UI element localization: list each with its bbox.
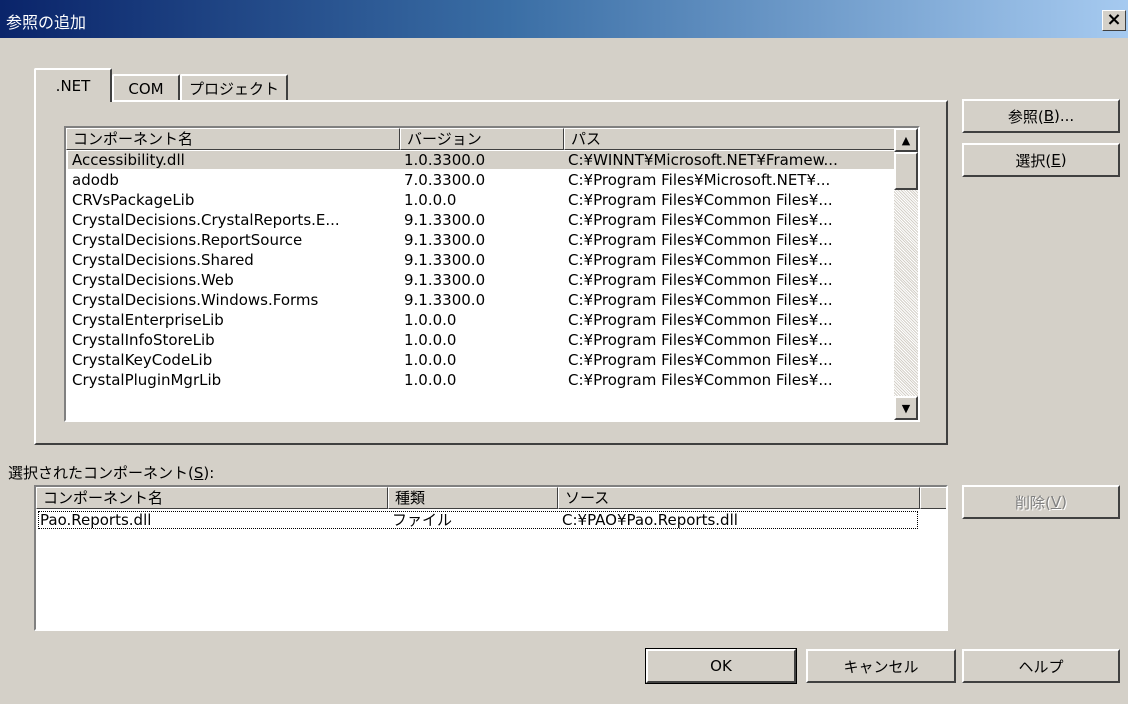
component-version: 7.0.3300.0: [404, 171, 486, 189]
component-path: C:¥Program Files¥Common Files¥...: [568, 231, 833, 249]
selected-components-list[interactable]: コンポーネント名 種類 ソース Pao.Reports.dll ファイル C:¥…: [34, 485, 948, 631]
component-name: CrystalDecisions.ReportSource: [72, 231, 303, 249]
remove-label: 削除(: [1015, 493, 1051, 512]
column-header-path[interactable]: パス: [564, 128, 896, 150]
remove-button[interactable]: 削除(V): [962, 485, 1120, 519]
component-list-scrollbar[interactable]: ▲ ▼: [894, 128, 918, 420]
scroll-up-button[interactable]: ▲: [894, 128, 918, 152]
selected-column-header-source[interactable]: ソース: [558, 487, 920, 509]
component-name: CrystalDecisions.Windows.Forms: [72, 291, 319, 309]
component-path: C:¥Program Files¥Common Files¥...: [568, 371, 833, 389]
component-path: C:¥Program Files¥Common Files¥...: [568, 331, 833, 349]
browse-label: 参照(: [1007, 107, 1044, 126]
tab-panel: コンポーネント名 バージョン パス Accessibility.dll 1.0.3…: [34, 100, 948, 445]
title-bar[interactable]: 参照の追加 ×: [0, 0, 1128, 38]
component-name: CrystalInfoStoreLib: [72, 331, 215, 349]
component-row[interactable]: CrystalInfoStoreLib 1.0.0.0 C:¥Program Fil…: [68, 331, 894, 349]
column-header-version[interactable]: バージョン: [400, 128, 564, 150]
scroll-thumb[interactable]: [894, 152, 918, 190]
select-accesskey: E: [1051, 151, 1061, 169]
component-version: 9.1.3300.0: [404, 251, 486, 269]
selected-label-text: 選択されたコンポーネント(: [8, 464, 194, 482]
component-version: 1.0.0.0: [404, 311, 457, 329]
component-path: C:¥Program Files¥Microsoft.NET¥...: [568, 171, 831, 189]
arrow-up-icon: ▲: [901, 133, 911, 147]
component-path: C:¥Program Files¥Common Files¥...: [568, 271, 833, 289]
selected-source: C:¥PAO¥Pao.Reports.dll: [562, 511, 738, 529]
browse-suffix: )...: [1054, 107, 1075, 125]
close-button[interactable]: ×: [1102, 10, 1126, 31]
component-name: CrystalEnterpriseLib: [72, 311, 224, 329]
component-row[interactable]: CrystalDecisions.ReportSource 9.1.3300.0 C…: [68, 231, 894, 249]
selected-label-accesskey: S: [193, 464, 204, 482]
selected-row[interactable]: Pao.Reports.dll ファイル C:¥PAO¥Pao.Reports.…: [38, 511, 918, 529]
component-path: C:¥Program Files¥Common Files¥...: [568, 251, 833, 269]
selected-column-header-name[interactable]: コンポーネント名: [36, 487, 388, 509]
component-row[interactable]: Accessibility.dll 1.0.3300.0 C:¥WINNT¥Micr…: [68, 151, 894, 169]
tab-project[interactable]: プロジェクト: [180, 74, 288, 101]
component-version: 1.0.0.0: [404, 371, 457, 389]
component-name: CrystalKeyCodeLib: [72, 351, 213, 369]
help-button[interactable]: ヘルプ: [962, 649, 1120, 683]
cancel-button[interactable]: キャンセル: [806, 649, 956, 683]
selected-column-header-filler: [920, 487, 946, 509]
component-name: CrystalDecisions.Web: [72, 271, 234, 289]
component-row[interactable]: CRVsPackageLib 1.0.0.0 C:¥Program Files¥Co…: [68, 191, 894, 209]
component-name: CrystalDecisions.CrystalReports.E...: [72, 211, 340, 229]
selected-components-label: 選択されたコンポーネント(S):: [8, 462, 214, 483]
scroll-down-button[interactable]: ▼: [894, 396, 918, 420]
tab-dotnet-label: .NET: [55, 77, 91, 95]
component-version: 1.0.3300.0: [404, 151, 486, 169]
tab-project-label: プロジェクト: [188, 80, 279, 98]
component-path: C:¥Program Files¥Common Files¥...: [568, 311, 833, 329]
component-path: C:¥Program Files¥Common Files¥...: [568, 211, 833, 229]
component-row[interactable]: CrystalDecisions.Windows.Forms 9.1.3300.0…: [68, 291, 894, 309]
tab-com[interactable]: COM: [112, 74, 180, 101]
arrow-down-icon: ▼: [901, 401, 911, 415]
component-row[interactable]: CrystalDecisions.CrystalReports.E... 9.1.…: [68, 211, 894, 229]
selected-label-suffix: ):: [203, 464, 215, 482]
component-version: 1.0.0.0: [404, 191, 457, 209]
browse-accesskey: B: [1043, 107, 1054, 125]
component-version: 9.1.3300.0: [404, 291, 486, 309]
component-name: CrystalPluginMgrLib: [72, 371, 222, 389]
component-version: 9.1.3300.0: [404, 231, 486, 249]
component-row[interactable]: CrystalDecisions.Web 9.1.3300.0 C:¥Program…: [68, 271, 894, 289]
remove-accesskey: V: [1050, 493, 1062, 511]
tab-dotnet[interactable]: .NET: [34, 68, 112, 102]
component-row[interactable]: adodb 7.0.3300.0 C:¥Program Files¥Microsof…: [68, 171, 894, 189]
component-version: 1.0.0.0: [404, 351, 457, 369]
window-title: 参照の追加: [6, 13, 87, 32]
component-row[interactable]: CrystalDecisions.Shared 9.1.3300.0 C:¥Prog…: [68, 251, 894, 269]
close-icon: ×: [1106, 9, 1122, 30]
tab-com-label: COM: [128, 79, 164, 98]
component-version: 9.1.3300.0: [404, 211, 486, 229]
browse-button[interactable]: 参照(B)...: [962, 99, 1120, 133]
component-list[interactable]: コンポーネント名 バージョン パス Accessibility.dll 1.0.3…: [64, 126, 920, 422]
column-header-name[interactable]: コンポーネント名: [66, 128, 400, 150]
remove-suffix: ): [1061, 493, 1067, 511]
select-button[interactable]: 選択(E): [962, 143, 1120, 177]
component-name: CrystalDecisions.Shared: [72, 251, 254, 269]
ok-button[interactable]: OK: [645, 648, 797, 684]
select-label: 選択(: [1015, 151, 1052, 170]
component-name: CRVsPackageLib: [72, 191, 195, 209]
component-path: C:¥Program Files¥Common Files¥...: [568, 351, 833, 369]
component-row[interactable]: CrystalEnterpriseLib 1.0.0.0 C:¥Program Fi…: [68, 311, 894, 329]
selected-name: Pao.Reports.dll: [40, 511, 152, 529]
component-path: C:¥WINNT¥Microsoft.NET¥Framew...: [568, 151, 838, 169]
component-path: C:¥Program Files¥Common Files¥...: [568, 291, 833, 309]
component-version: 9.1.3300.0: [404, 271, 486, 289]
component-name: Accessibility.dll: [72, 151, 185, 169]
component-version: 1.0.0.0: [404, 331, 457, 349]
component-row[interactable]: CrystalPluginMgrLib 1.0.0.0 C:¥Program Fil…: [68, 371, 894, 389]
component-path: C:¥Program Files¥Common Files¥...: [568, 191, 833, 209]
component-name: adodb: [72, 171, 119, 189]
select-suffix: ): [1060, 151, 1067, 169]
selected-column-header-type[interactable]: 種類: [388, 487, 558, 509]
component-row[interactable]: CrystalKeyCodeLib 1.0.0.0 C:¥Program Files…: [68, 351, 894, 369]
selected-type: ファイル: [392, 511, 453, 529]
